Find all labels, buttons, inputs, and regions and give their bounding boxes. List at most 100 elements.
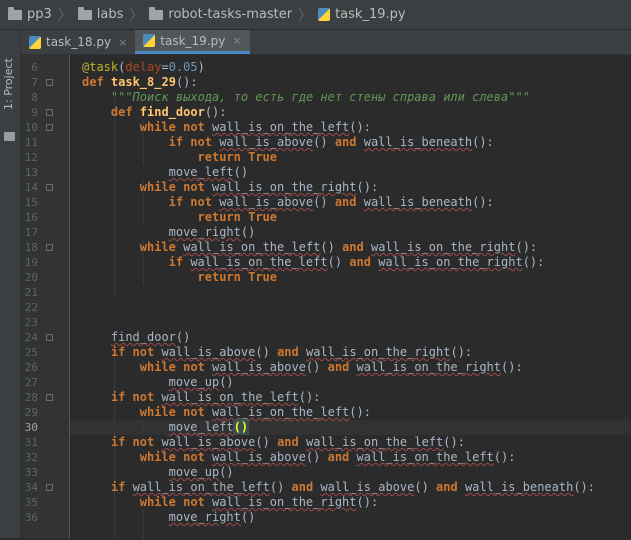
close-icon[interactable]: × [118, 36, 127, 49]
code-token: wall_is_above [219, 135, 314, 149]
fold-marker-icon[interactable] [46, 184, 53, 191]
python-file-icon [29, 35, 41, 49]
code-token: def [110, 105, 140, 119]
code-token: move_left [168, 165, 234, 179]
line-number: 18 [24, 241, 38, 254]
code-token: wall_is_on_the_left [132, 480, 270, 494]
line-number: 23 [24, 316, 38, 329]
fold-marker-icon[interactable] [46, 109, 53, 116]
code-token: () [414, 480, 437, 494]
code-line[interactable]: def task_8_29(): [82, 75, 198, 90]
code-token: () [327, 255, 350, 269]
line-number: 25 [24, 346, 38, 359]
line-number: 26 [24, 361, 38, 374]
code-line[interactable]: while not wall_is_on_the_right(): [140, 495, 378, 510]
code-line[interactable]: return True [198, 270, 277, 285]
code-line[interactable]: """Поиск выхода, то есть где нет стены с… [111, 90, 530, 105]
code-line[interactable]: move_left() [169, 419, 250, 435]
code-token: wall_is_on_the_right [356, 360, 502, 374]
code-token: delay [125, 60, 162, 74]
code-line[interactable]: return True [198, 150, 277, 165]
code-line[interactable]: if wall_is_on_the_left() and wall_is_abo… [111, 480, 595, 495]
code-token: () [219, 465, 234, 479]
line-number: 27 [24, 376, 38, 389]
line-number: 12 [24, 151, 38, 164]
code-line[interactable]: while not wall_is_on_the_left(): [140, 405, 371, 420]
code-token: ) [197, 60, 205, 74]
code-token: wall_is_above [161, 345, 256, 359]
line-number: 15 [24, 196, 38, 209]
code-token: () [175, 330, 191, 344]
code-token: () [233, 165, 249, 179]
close-icon[interactable]: × [232, 34, 241, 47]
code-token: () [320, 240, 343, 254]
fold-marker-icon[interactable] [46, 334, 53, 341]
fold-marker-icon[interactable] [46, 484, 53, 491]
code-line[interactable]: if not wall_is_above() and wall_is_benea… [169, 195, 494, 210]
code-token: (): [356, 495, 379, 509]
code-line[interactable]: if not wall_is_above() and wall_is_benea… [169, 135, 494, 150]
code-token: () [240, 225, 256, 239]
code-line[interactable]: move_right() [169, 510, 256, 525]
fold-marker-icon[interactable] [46, 124, 53, 131]
fold-marker-icon[interactable] [46, 394, 53, 401]
line-number: 28 [24, 391, 38, 404]
code-line[interactable]: while wall_is_on_the_left() and wall_is_… [140, 240, 537, 255]
code-token: (): [493, 450, 516, 464]
line-number: 35 [24, 496, 38, 509]
code-line[interactable]: find_door() [111, 330, 190, 345]
code-token: () [305, 360, 328, 374]
code-token: while not [139, 120, 212, 134]
tab-task-19[interactable]: task_19.py × [135, 30, 250, 54]
code-line[interactable]: if not wall_is_above() and wall_is_on_th… [111, 435, 465, 450]
code-token: return True [197, 210, 277, 224]
code-token: wall_is_on_the_right [370, 240, 516, 254]
code-token: (): [472, 195, 494, 209]
code-token: (): [443, 435, 465, 449]
code-token: if not [110, 390, 162, 404]
project-tool-window-button[interactable]: 1: Project [2, 58, 15, 110]
code-token: () [232, 419, 250, 435]
code-token: while not [139, 450, 212, 464]
project-icon[interactable] [4, 132, 15, 141]
code-line[interactable]: move_up() [169, 465, 234, 480]
breadcrumb-item-robot-tasks-master[interactable]: robot-tasks-master [149, 6, 292, 22]
tab-task-18[interactable]: task_18.py × [21, 30, 135, 54]
code-token: while not [139, 405, 212, 419]
code-line[interactable]: while not wall_is_on_the_left(): [140, 120, 371, 135]
code-token: if not [110, 345, 162, 359]
code-token: move_up [168, 465, 220, 479]
code-line[interactable]: while not wall_is_on_the_right(): [140, 180, 378, 195]
code-token: while not [139, 495, 212, 509]
line-number: 6 [31, 61, 38, 74]
code-token: find_door [110, 330, 176, 344]
tab-label: task_19.py [160, 33, 226, 48]
code-line[interactable]: if wall_is_on_the_left() and wall_is_on_… [169, 255, 545, 270]
code-line[interactable]: move_right() [169, 225, 256, 240]
code-token: wall_is_above [219, 195, 314, 209]
code-line[interactable]: @task(delay=0.05) [82, 60, 205, 75]
code-line[interactable]: return True [198, 210, 277, 225]
code-line[interactable]: if not wall_is_on_the_left(): [111, 390, 321, 405]
breadcrumb-item-project[interactable]: pp3 [8, 6, 52, 22]
code-token: wall_is_beneath [363, 135, 473, 149]
code-line[interactable]: while not wall_is_above() and wall_is_on… [140, 450, 516, 465]
fold-marker-icon[interactable] [46, 244, 53, 251]
indent-guide [113, 90, 115, 300]
code-line[interactable]: def find_door(): [111, 105, 227, 120]
code-line[interactable]: while not wall_is_above() and wall_is_on… [140, 360, 523, 375]
line-number: 22 [24, 301, 38, 314]
code-token: wall_is_on_the_right [305, 345, 451, 359]
code-line[interactable]: move_up() [169, 375, 234, 390]
line-number: 7 [31, 76, 38, 89]
code-line[interactable]: move_left() [169, 165, 248, 180]
code-line[interactable]: if not wall_is_above() and wall_is_on_th… [111, 345, 472, 360]
code-token: wall_is_on_the_left [305, 435, 444, 449]
code-token: wall_is_on_the_left [183, 240, 321, 254]
line-number: 16 [24, 211, 38, 224]
code-token: (): [298, 390, 321, 404]
code-token: and [436, 480, 465, 494]
breadcrumb-item-file[interactable]: task_19.py [318, 7, 406, 22]
fold-marker-icon[interactable] [46, 79, 53, 86]
breadcrumb-item-labs[interactable]: labs [77, 6, 123, 22]
